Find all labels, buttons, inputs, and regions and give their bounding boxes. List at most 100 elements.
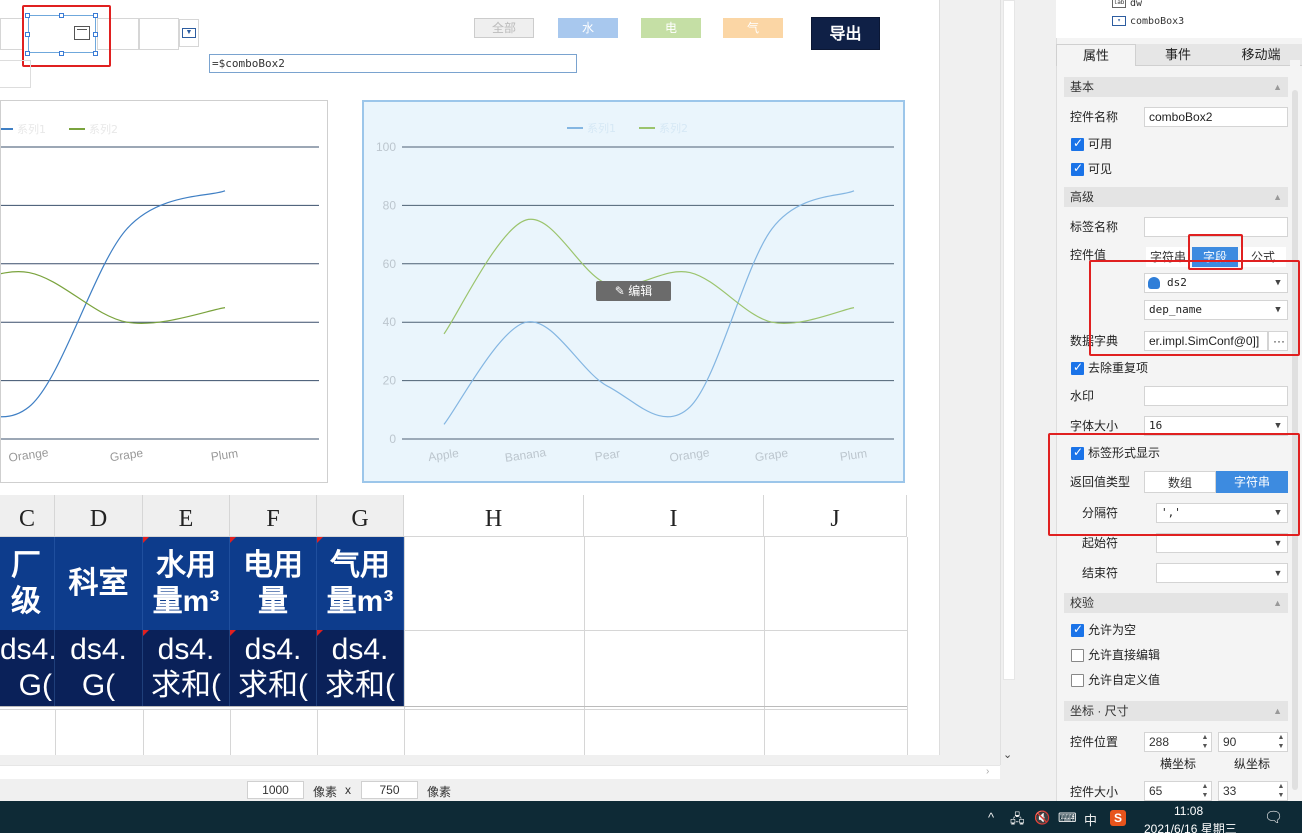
combo-right-cell[interactable] (139, 18, 179, 50)
data-cell[interactable]: ds4. 求和( (143, 630, 230, 706)
tab-properties[interactable]: 属性 (1056, 44, 1136, 66)
column-header-i[interactable]: I (584, 495, 764, 537)
clock-time[interactable]: 11:08 (1174, 804, 1203, 818)
widget-name-input[interactable]: comboBox2 (1144, 107, 1288, 127)
legend-label[interactable]: 系列1 (17, 122, 46, 136)
combobox-widget-icon (74, 26, 90, 40)
empty-widget-box[interactable] (0, 60, 31, 88)
series-line[interactable] (443, 190, 855, 425)
report-grid[interactable]: C D E F G H I J 厂级 科室 水用 量m³ 电用量气用 量m³ ds4. G(ds4. G(ds4… (0, 495, 908, 755)
header-cell[interactable]: 水用 量m³ (143, 537, 230, 630)
allow-empty-checkbox[interactable] (1071, 622, 1084, 637)
data-cell[interactable]: ds4. 求和( (317, 630, 404, 706)
allow-custom-checkbox[interactable] (1071, 674, 1084, 687)
column-header-h[interactable]: H (404, 495, 584, 537)
header-cell-text: 电用量 (243, 548, 303, 620)
pos-x-input[interactable]: 288 ▲ ▼ (1144, 732, 1212, 752)
filter-button-gas[interactable]: 气 (723, 18, 783, 38)
tree-item-dw[interactable]: lab dw (1112, 0, 1142, 11)
tab-events[interactable]: 事件 (1136, 44, 1220, 66)
end-select[interactable]: ▼ (1156, 563, 1288, 583)
header-cell[interactable]: 气用 量m³ (317, 537, 404, 630)
size-w-input[interactable]: 65 ▲ ▼ (1144, 781, 1212, 801)
resize-handle-bl[interactable] (25, 51, 30, 56)
chevron-down-icon[interactable]: ▼ (1269, 564, 1287, 582)
column-header-e[interactable]: E (143, 495, 230, 537)
legend-label[interactable]: 系列2 (89, 122, 118, 136)
column-header-c[interactable]: C (0, 495, 55, 537)
sogou-ime-icon[interactable]: S (1110, 810, 1126, 826)
column-header-f[interactable]: F (230, 495, 317, 537)
size-h-input[interactable]: 33 ▲ ▼ (1218, 781, 1288, 801)
clock-date[interactable]: 2021/6/16 星期三 (1144, 820, 1254, 833)
section-basic[interactable]: 基本 ▲ (1064, 77, 1288, 97)
data-cell[interactable]: ds4. 求和( (230, 630, 317, 706)
design-canvas[interactable]: ▼ 全部 水 电 气 导出 =$comboBox2 Orange Grape Plu… (0, 0, 940, 755)
dropdown-widget[interactable]: ▼ (179, 19, 199, 47)
series-line[interactable] (1, 190, 226, 425)
chevron-up-icon[interactable]: ^ (988, 810, 994, 825)
network-icon[interactable]: 🖧 (1010, 810, 1025, 832)
ime-mode-icon[interactable]: ⌨ (1058, 810, 1077, 826)
spinner-icon[interactable]: ▲ ▼ (1199, 782, 1211, 800)
spinner-icon[interactable]: ▲ ▼ (1275, 733, 1287, 751)
tree-item-combobox3[interactable]: ▾ comboBox3 (1112, 15, 1184, 29)
header-cell[interactable]: 电用量 (230, 537, 317, 630)
visible-checkbox[interactable] (1071, 161, 1084, 176)
section-validate[interactable]: 校验 ▲ (1064, 593, 1288, 613)
collapse-icon[interactable]: ▲ (1273, 593, 1282, 613)
volume-mute-icon[interactable]: 🔇 (1034, 810, 1050, 826)
data-cell[interactable]: ds4. G( (55, 630, 143, 706)
filter-button-all[interactable]: 全部 (474, 18, 534, 38)
resize-handle-bm[interactable] (59, 51, 64, 56)
section-coords[interactable]: 坐标 · 尺寸 ▲ (1064, 701, 1288, 721)
resize-handle-tr[interactable] (93, 13, 98, 18)
resize-handle-tm[interactable] (59, 13, 64, 18)
canvas-width-input[interactable]: 1000 (247, 781, 304, 799)
x-tick-label: Grape (109, 446, 144, 465)
dedupe-checkbox[interactable] (1071, 360, 1084, 375)
resize-handle-mr[interactable] (93, 32, 98, 37)
formula-input[interactable]: =$comboBox2 (209, 54, 577, 73)
collapse-icon[interactable]: ▲ (1273, 77, 1282, 97)
spinner-icon[interactable]: ▲ ▼ (1199, 733, 1211, 751)
collapse-icon[interactable]: ▲ (1273, 701, 1282, 721)
collapse-icon[interactable]: ▲ (1273, 187, 1282, 207)
line-chart-left[interactable]: Orange Grape Plum 系列1 系列2 (0, 100, 328, 483)
allow-edit-checkbox[interactable] (1071, 649, 1084, 662)
resize-handle-ml[interactable] (25, 32, 30, 37)
pos-y-input[interactable]: 90 ▲ ▼ (1218, 732, 1288, 752)
header-cell[interactable]: 科室 (55, 537, 143, 630)
column-header-d[interactable]: D (55, 495, 143, 537)
filter-button-water[interactable]: 水 (558, 18, 618, 38)
section-advanced[interactable]: 高级 ▲ (1064, 187, 1288, 207)
series-line[interactable] (1, 219, 226, 334)
canvas-horizontal-scrollbar[interactable]: › (0, 765, 1000, 779)
canvas-height-input[interactable]: 750 (361, 781, 418, 799)
data-cell[interactable]: ds4. G( (0, 630, 55, 706)
filter-button-electric[interactable]: 电 (641, 18, 701, 38)
combo-left-cell[interactable] (0, 18, 24, 50)
export-button[interactable]: 导出 (811, 17, 880, 50)
chart-edit-button[interactable]: ✎ 编辑 (596, 281, 671, 301)
scrollbar-thumb[interactable] (1003, 0, 1015, 680)
column-header-g[interactable]: G (317, 495, 404, 537)
canvas-vertical-scrollbar[interactable]: ⌄ (1000, 0, 1016, 765)
header-cell[interactable]: 厂级 (0, 537, 55, 630)
column-header-j[interactable]: J (764, 495, 907, 537)
watermark-input[interactable] (1144, 386, 1288, 406)
ime-language[interactable]: 中 (1084, 810, 1097, 829)
legend-label[interactable]: 系列2 (659, 121, 688, 135)
scroll-right-icon[interactable]: › (986, 766, 989, 777)
notification-icon[interactable]: 🗨 (1264, 808, 1283, 826)
resize-handle-br[interactable] (93, 51, 98, 56)
legend-label[interactable]: 系列1 (587, 121, 616, 135)
scroll-down-icon[interactable]: ⌄ (1003, 748, 1012, 761)
chevron-down-icon[interactable]: ▼ (1269, 534, 1287, 552)
panel-scrollbar[interactable] (1290, 60, 1300, 800)
start-select[interactable]: ▼ (1156, 533, 1288, 553)
resize-handle-tl[interactable] (25, 13, 30, 18)
enabled-checkbox[interactable] (1071, 136, 1084, 151)
series-line[interactable] (443, 218, 855, 335)
spinner-icon[interactable]: ▲ ▼ (1275, 782, 1287, 800)
